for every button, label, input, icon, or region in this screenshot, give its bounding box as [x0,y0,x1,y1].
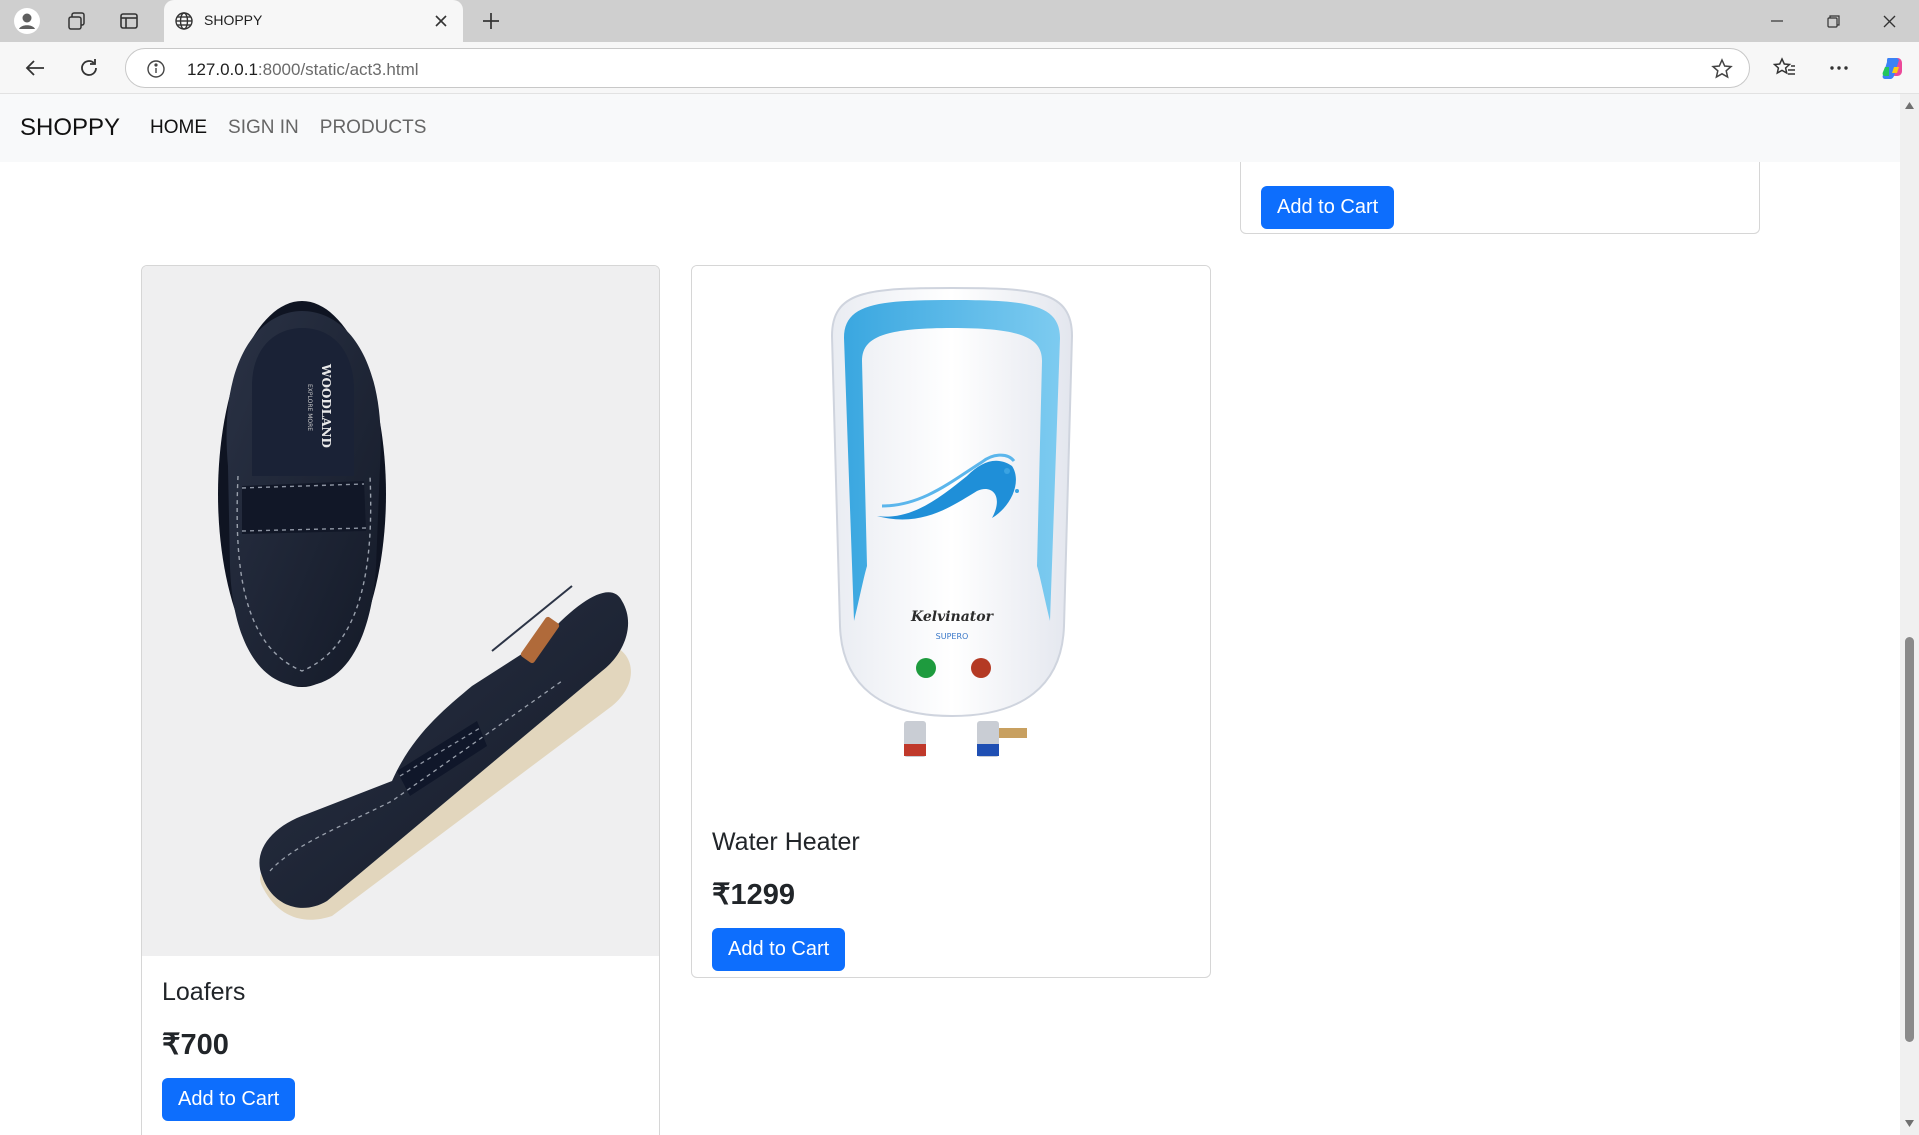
new-tab-icon[interactable] [474,5,508,37]
nav-sign-in[interactable]: SIGN IN [228,117,299,139]
url-path: :8000/static/act3.html [257,60,419,79]
heater-card-body: Water Heater ₹1299 Add to Cart [692,828,1210,971]
woodland-tagline-text: EXPLORE MORE [306,384,313,431]
kelvinator-logo-text: Kelvinator [910,609,995,625]
add-to-cart-button[interactable]: Add to Cart [162,1078,296,1121]
product-name: Water Heater [712,828,860,856]
favorite-star-icon[interactable] [1709,56,1735,82]
page-viewport: SHOPPY HOME SIGN IN PRODUCTS Add to Cart [0,94,1900,1135]
url-text: 127.0.0.1:8000/static/act3.html [187,60,419,80]
address-field[interactable]: 127.0.0.1:8000/static/act3.html [125,48,1750,88]
globe-icon [174,11,194,36]
product-card-water-heater: Kelvinator SUPERO Water Heater ₹1299 Add… [691,265,1211,978]
tab-title: SHOPPY [204,12,263,28]
product-price: ₹1299 [712,879,795,911]
water-heater-image: Kelvinator SUPERO [692,266,1210,806]
loafers-card-body: Loafers ₹700 Add to Cart [142,978,659,1121]
add-to-cart-button[interactable]: Add to Cart [1261,186,1395,229]
url-host: 127.0.0.1 [187,60,258,79]
site-info-icon[interactable] [146,59,166,84]
scroll-up-icon[interactable] [1904,100,1915,111]
nav-products[interactable]: PRODUCTS [320,117,427,139]
close-tab-icon[interactable] [429,9,453,33]
minimize-icon[interactable] [1749,0,1805,42]
product-price: ₹700 [162,1029,229,1061]
site-brand[interactable]: SHOPPY [20,114,120,142]
tab-actions-icon[interactable] [110,5,148,37]
product-name: Loafers [162,978,246,1006]
product-card-loafers: WOODLAND EXPLORE MORE Loafers ₹700 Add t… [141,265,660,1135]
favorites-icon[interactable] [1766,50,1804,86]
scroll-down-icon[interactable] [1904,1118,1915,1129]
copilot-icon[interactable] [1874,50,1912,86]
restore-icon[interactable] [1805,0,1861,42]
back-icon[interactable] [16,50,54,86]
profile-icon[interactable] [8,5,46,37]
more-options-icon[interactable] [1820,50,1858,86]
supero-model-text: SUPERO [936,632,969,641]
site-navbar: SHOPPY HOME SIGN IN PRODUCTS [0,94,1900,162]
loafers-image: WOODLAND EXPLORE MORE [142,266,659,956]
workspaces-icon[interactable] [58,5,96,37]
close-window-icon[interactable] [1861,0,1917,42]
add-to-cart-button[interactable]: Add to Cart [712,928,846,971]
page-scrollbar[interactable] [1900,94,1919,1135]
browser-toolbar: 127.0.0.1:8000/static/act3.html [0,42,1919,94]
browser-tab-bar: SHOPPY [0,0,1919,42]
nav-home[interactable]: HOME [150,117,207,139]
scroll-thumb[interactable] [1905,637,1914,1042]
active-tab[interactable]: SHOPPY [164,0,463,42]
woodland-logo-text: WOODLAND [319,363,333,448]
reload-icon[interactable] [70,50,108,86]
